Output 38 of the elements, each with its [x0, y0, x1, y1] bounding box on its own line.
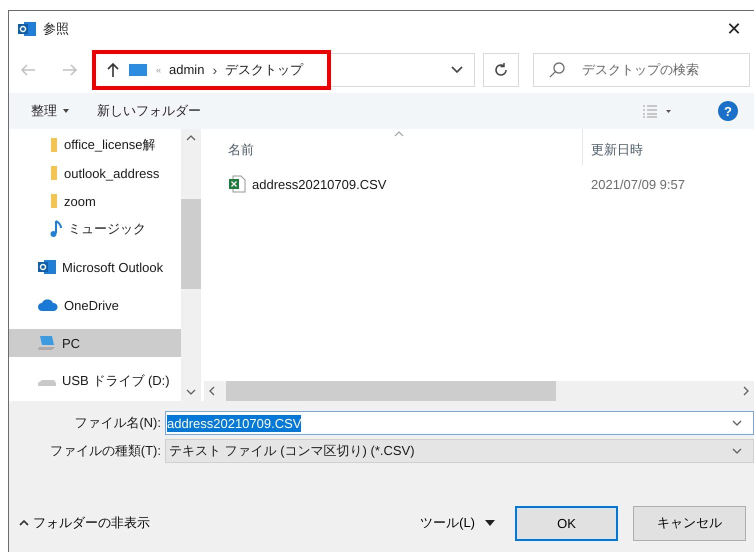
sidebar-label: USB ドライブ (D:) — [62, 372, 170, 390]
window-title: 参照 — [43, 20, 70, 38]
column-header[interactable]: 更新日時 — [583, 141, 743, 159]
sidebar-label: zoom — [64, 194, 96, 208]
sidebar-label: office_license解 — [64, 136, 156, 154]
sidebar-label: OneDrive — [64, 298, 119, 312]
ok-button[interactable]: OK — [515, 506, 618, 540]
sidebar-item[interactable]: zoom — [9, 187, 181, 215]
sidebar-label: outlook_address — [64, 166, 160, 180]
field-label: ファイルの種類(T): — [48, 442, 162, 460]
sidebar-item[interactable]: OneDrive — [9, 291, 181, 319]
date-cell-text: 2021/07/09 9:57 — [590, 176, 686, 192]
close-button[interactable]: ✕ — [714, 12, 754, 46]
sidebar-item[interactable]: outlook_address — [9, 159, 181, 187]
path-segment[interactable]: admin — [169, 62, 204, 77]
field-label: ファイル名(N): — [73, 414, 162, 432]
sidebar-item[interactable]: PC — [9, 329, 181, 357]
sidebar-item[interactable]: USB ドライブ (D:) — [9, 367, 181, 395]
sidebar-label: ミュージック — [68, 220, 146, 238]
file-name-field[interactable]: address20210709.CSV — [165, 411, 754, 435]
tools-menu[interactable]: ツール(L) — [420, 514, 495, 532]
sidebar-item[interactable]: office_license解 — [9, 131, 181, 159]
organize-menu[interactable]: 整理 — [31, 102, 69, 120]
sidebar-label: PC — [62, 336, 80, 350]
file-name-cell: address20210709.CSV — [204, 175, 583, 193]
hide-folders-button[interactable]: フォルダーの非表示 — [19, 514, 150, 532]
path-separator: › — [212, 62, 218, 78]
column-header[interactable]: 名前 — [204, 141, 582, 159]
path-segment[interactable]: デスクトップ — [225, 60, 304, 78]
file-type-dropdown[interactable]: テキスト ファイル (コンマ区切り) (*.CSV) — [165, 439, 754, 463]
new-folder-button[interactable]: 新しいフォルダー — [97, 102, 201, 120]
help-button[interactable]: ? — [718, 101, 738, 121]
sidebar-item[interactable]: ミュージック — [9, 215, 181, 243]
file-row[interactable]: address20210709.CSV 2021/07/09 9:57 — [204, 167, 754, 201]
sidebar-label: Microsoft Outlook — [62, 260, 164, 274]
cancel-button[interactable]: キャンセル — [633, 506, 746, 540]
search-field[interactable]: デスクトップの検索 — [533, 52, 750, 86]
sidebar-item[interactable]: Microsoft Outlook — [9, 253, 181, 281]
